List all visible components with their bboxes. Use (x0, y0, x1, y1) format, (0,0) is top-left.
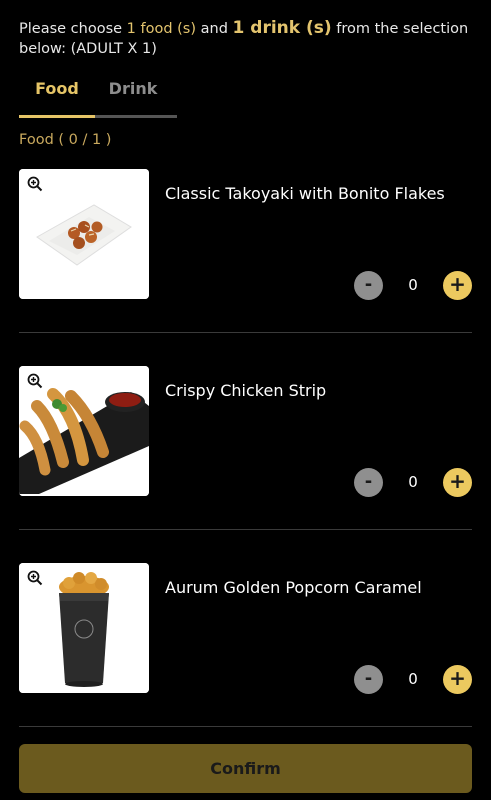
category-tabs: Food Drink (19, 76, 177, 118)
decrease-button[interactable]: - (354, 665, 383, 694)
quantity-stepper: - 0 + (354, 271, 472, 301)
tab-active-indicator (19, 115, 95, 118)
item-name: Classic Takoyaki with Bonito Flakes (165, 184, 445, 203)
decrease-button[interactable]: - (354, 468, 383, 497)
divider (19, 529, 472, 530)
quantity-value: 0 (408, 670, 418, 688)
increase-button[interactable]: + (443, 665, 472, 694)
drink-count-highlight: 1 drink (s) (232, 18, 332, 38)
quantity-stepper: - 0 + (354, 665, 472, 695)
tab-drink[interactable]: Drink (95, 76, 171, 116)
zoom-in-icon[interactable] (27, 373, 43, 389)
quantity-value: 0 (408, 473, 418, 491)
list-item: Aurum Golden Popcorn Caramel - 0 + (19, 563, 472, 760)
instruction-text: and (196, 21, 233, 37)
zoom-in-icon[interactable] (27, 176, 43, 192)
divider (19, 332, 472, 333)
food-count-highlight: 1 food (s) (126, 21, 197, 37)
decrease-button[interactable]: - (354, 271, 383, 300)
instruction-text: Please choose (19, 21, 127, 37)
increase-button[interactable]: + (443, 468, 472, 497)
list-item: Classic Takoyaki with Bonito Flakes - 0 … (19, 169, 472, 366)
selection-instructions: Please choose 1 food (s) and 1 drink (s)… (19, 18, 474, 59)
item-name: Aurum Golden Popcorn Caramel (165, 578, 422, 597)
product-image[interactable] (19, 366, 149, 496)
quantity-stepper: - 0 + (354, 468, 472, 498)
product-image[interactable] (19, 169, 149, 299)
item-name: Crispy Chicken Strip (165, 381, 327, 400)
tab-food[interactable]: Food (19, 76, 95, 116)
confirm-button[interactable]: Confirm (19, 744, 472, 793)
quantity-value: 0 (408, 276, 418, 294)
divider (19, 726, 472, 727)
zoom-in-icon[interactable] (27, 570, 43, 586)
food-section-label: Food ( 0 / 1 ) (19, 132, 112, 148)
product-image[interactable] (19, 563, 149, 693)
increase-button[interactable]: + (443, 271, 472, 300)
list-item: Crispy Chicken Strip - 0 + (19, 366, 472, 563)
